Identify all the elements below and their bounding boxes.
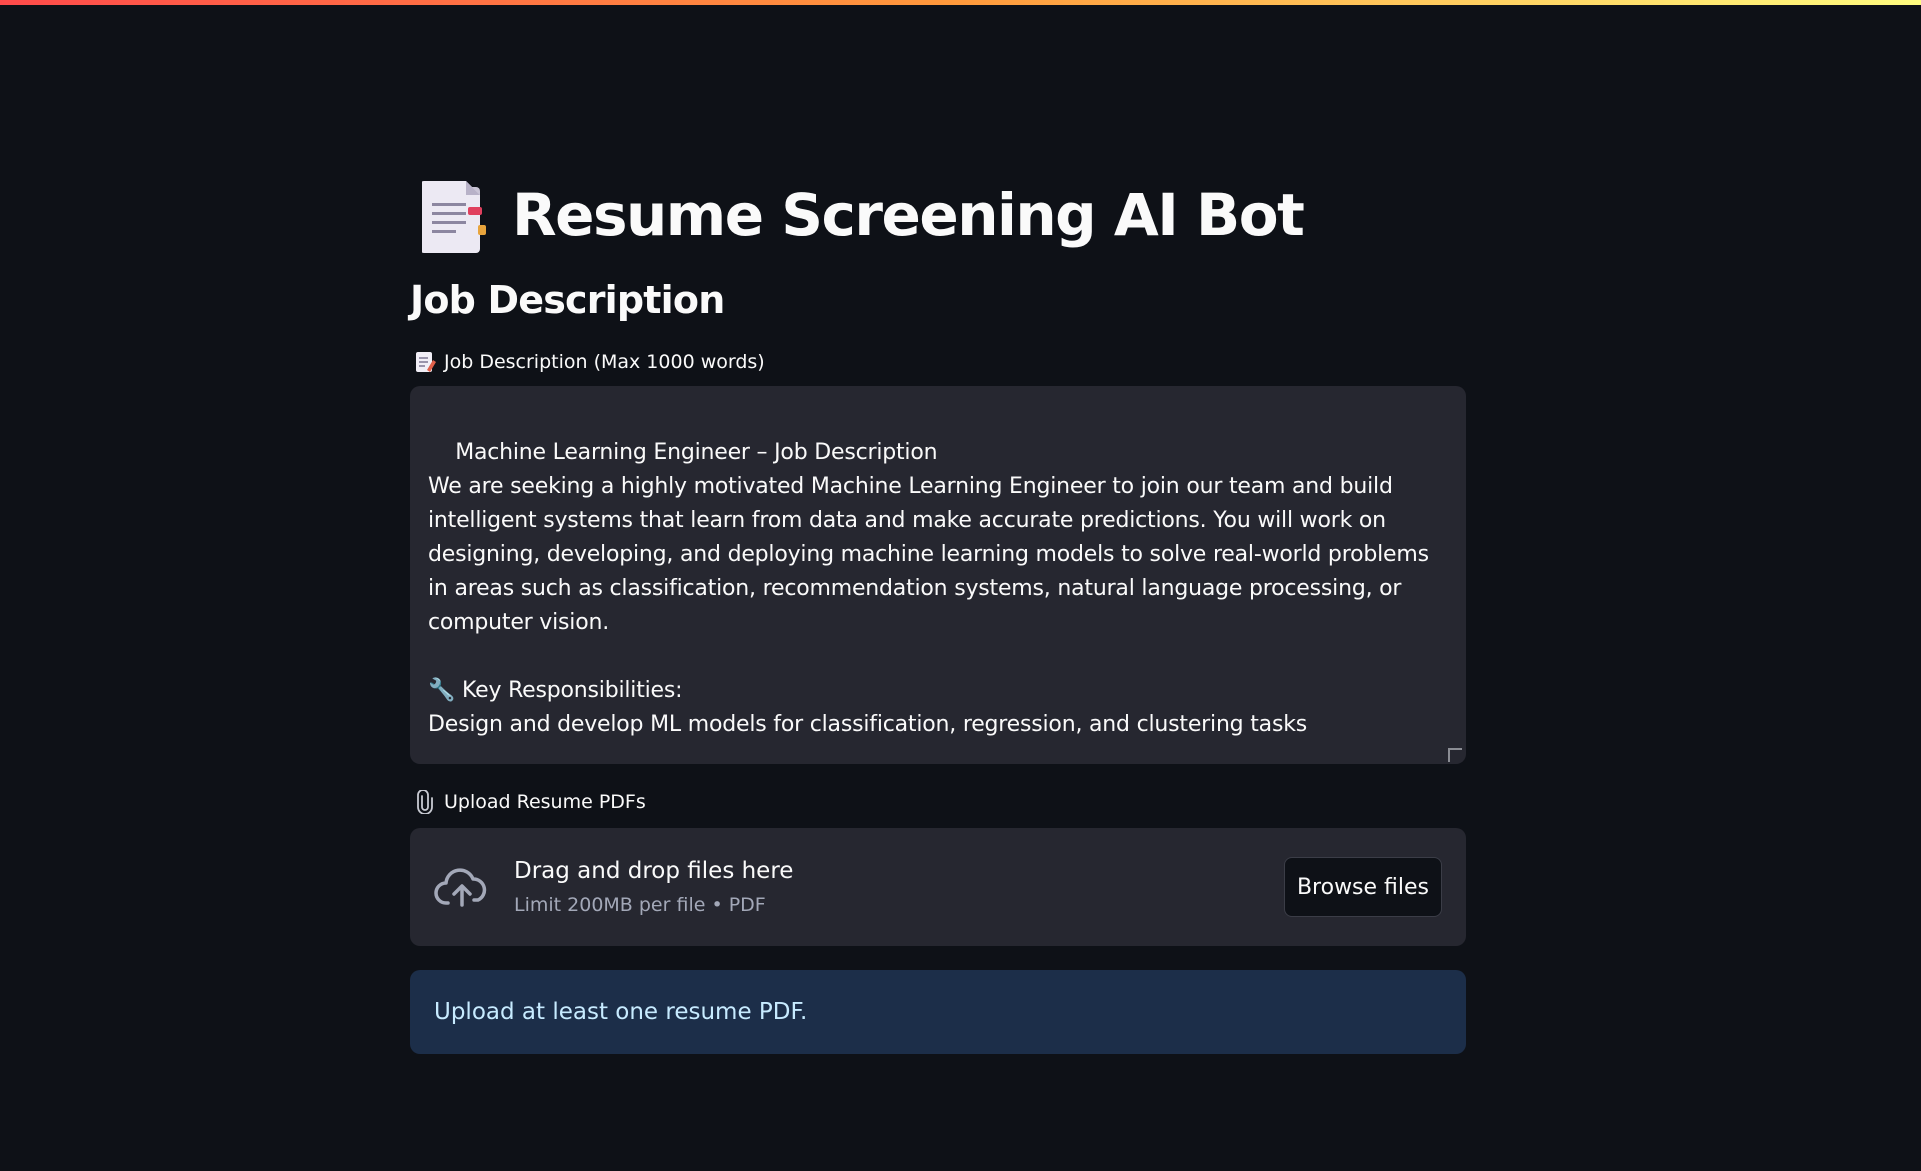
job-description-text[interactable]: Machine Learning Engineer – Job Descript… [428,440,1436,764]
title-row: Resume Screening AI Bot [410,170,1466,260]
top-decoration-bar [0,0,1921,5]
info-alert-text: Upload at least one resume PDF. [434,999,808,1025]
job-description-label: Job Description (Max 1000 words) [410,346,1466,378]
job-description-textarea[interactable]: Machine Learning Engineer – Job Descript… [410,386,1466,764]
browse-files-button[interactable]: Browse files [1284,857,1442,917]
page-facing-up-icon [420,177,492,253]
drop-instruction: Drag and drop files here [514,858,794,884]
job-description-label-text: Job Description (Max 1000 words) [444,351,765,373]
upload-resume-label-text: Upload Resume PDFs [444,791,646,813]
memo-icon [414,350,436,374]
upload-limit-text: Limit 200MB per file • PDF [514,894,766,916]
upload-resume-label: Upload Resume PDFs [410,786,1466,818]
resize-handle-icon[interactable] [1448,748,1462,762]
main-content: Resume Screening AI Bot Job Description … [410,170,1466,1054]
paperclip-icon [414,789,436,815]
cloud-upload-icon [434,865,490,909]
page-title: Resume Screening AI Bot [512,181,1305,249]
info-alert: Upload at least one resume PDF. [410,970,1466,1054]
file-dropzone[interactable]: Drag and drop files here Limit 200MB per… [410,828,1466,946]
dropzone-instructions: Drag and drop files here Limit 200MB per… [514,858,1284,916]
section-heading-job-description: Job Description [410,278,725,322]
